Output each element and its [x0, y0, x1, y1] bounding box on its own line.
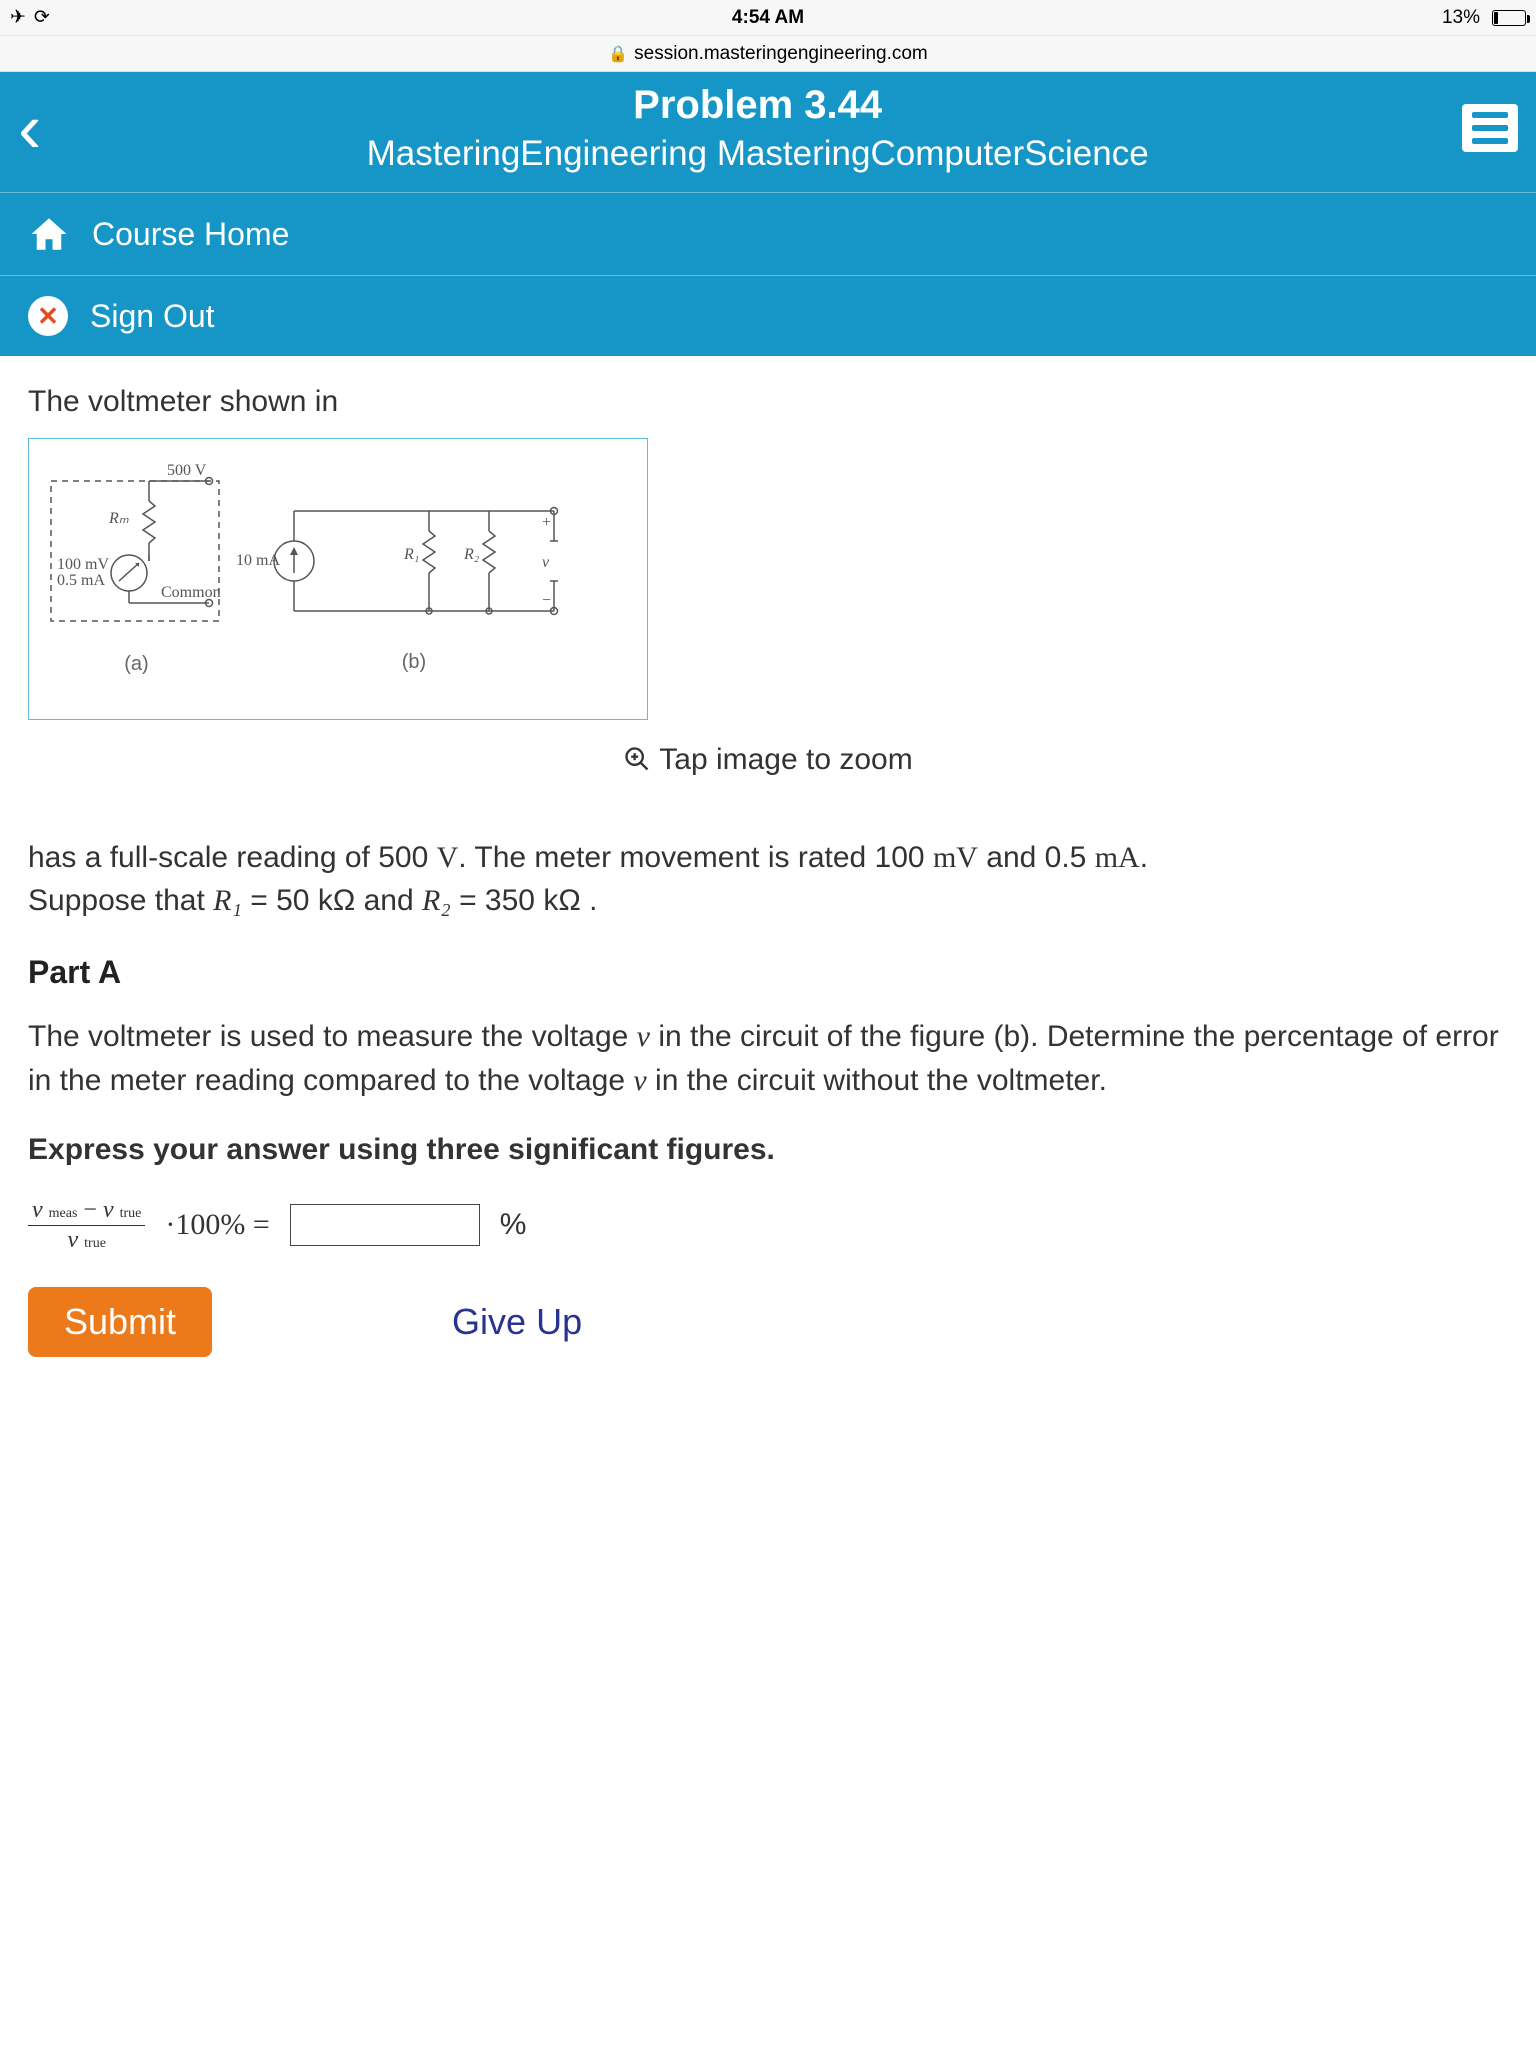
- diagram-b: 10 mA R₁ R₂ + v −: [264, 463, 564, 678]
- part-a-heading: Part A: [28, 949, 1508, 995]
- nav-course-home-label: Course Home: [92, 216, 289, 253]
- svg-text:100 mV: 100 mV: [57, 556, 109, 573]
- problem-title: Problem 3.44: [53, 83, 1462, 128]
- battery-icon: [1488, 10, 1526, 26]
- answer-input[interactable]: [290, 1204, 480, 1246]
- ios-status-bar: ✈︎ ⟳ 4:54 AM 13%: [0, 0, 1536, 36]
- magnify-plus-icon: [623, 742, 651, 786]
- back-button[interactable]: ‹: [18, 93, 41, 163]
- svg-text:Rₘ: Rₘ: [108, 510, 129, 527]
- home-icon: [28, 213, 70, 255]
- svg-text:v: v: [542, 554, 550, 571]
- course-title: MasteringEngineering MasteringComputerSc…: [53, 134, 1462, 174]
- browser-url-bar[interactable]: 🔒 session.masteringengineering.com: [0, 36, 1536, 72]
- diagram-a-caption: (a): [49, 650, 224, 679]
- lead-text: The voltmeter shown in: [28, 380, 1508, 424]
- give-up-button[interactable]: Give Up: [452, 1296, 582, 1348]
- equation-row: v meas − v true v true ·100% = %: [28, 1198, 1508, 1253]
- svg-text:−: −: [542, 592, 551, 609]
- menu-button[interactable]: [1462, 104, 1518, 152]
- svg-text:500 V: 500 V: [167, 462, 207, 479]
- nav-sign-out-label: Sign Out: [90, 298, 215, 335]
- lock-icon: 🔒: [608, 44, 628, 64]
- svg-text:0.5 mA: 0.5 mA: [57, 572, 105, 589]
- submit-button[interactable]: Submit: [28, 1287, 212, 1357]
- zoom-hint[interactable]: Tap image to zoom: [28, 738, 1508, 786]
- svg-text:10 mA: 10 mA: [236, 552, 280, 569]
- body-paragraph-1: has a full-scale reading of 500 V. The m…: [28, 836, 1508, 923]
- app-header: ‹ Problem 3.44 MasteringEngineering Mast…: [0, 72, 1536, 192]
- fraction: v meas − v true v true: [28, 1198, 145, 1253]
- close-icon: ✕: [28, 296, 68, 336]
- nav-sign-out[interactable]: ✕ Sign Out: [0, 275, 1536, 356]
- status-time: 4:54 AM: [0, 7, 1536, 29]
- svg-text:R₂: R₂: [463, 546, 480, 563]
- diagram-a: 500 V Rₘ 100 mV 0.5 mA: [49, 463, 224, 680]
- answer-unit: %: [500, 1203, 527, 1247]
- url-text: session.masteringengineering.com: [634, 43, 928, 65]
- svg-text:Common: Common: [161, 584, 221, 601]
- nav-course-home[interactable]: Course Home: [0, 192, 1536, 275]
- svg-text:R₁: R₁: [403, 546, 419, 563]
- svg-text:+: +: [542, 514, 551, 531]
- part-a-text: The voltmeter is used to measure the vol…: [28, 1015, 1508, 1102]
- diagram-b-caption: (b): [264, 648, 564, 677]
- times-label: ·100% =: [165, 1203, 269, 1247]
- figure-image[interactable]: 500 V Rₘ 100 mV 0.5 mA: [28, 438, 648, 721]
- problem-content: The voltmeter shown in 500 V Rₘ: [0, 356, 1536, 1417]
- answer-instruction: Express your answer using three signific…: [28, 1128, 1508, 1172]
